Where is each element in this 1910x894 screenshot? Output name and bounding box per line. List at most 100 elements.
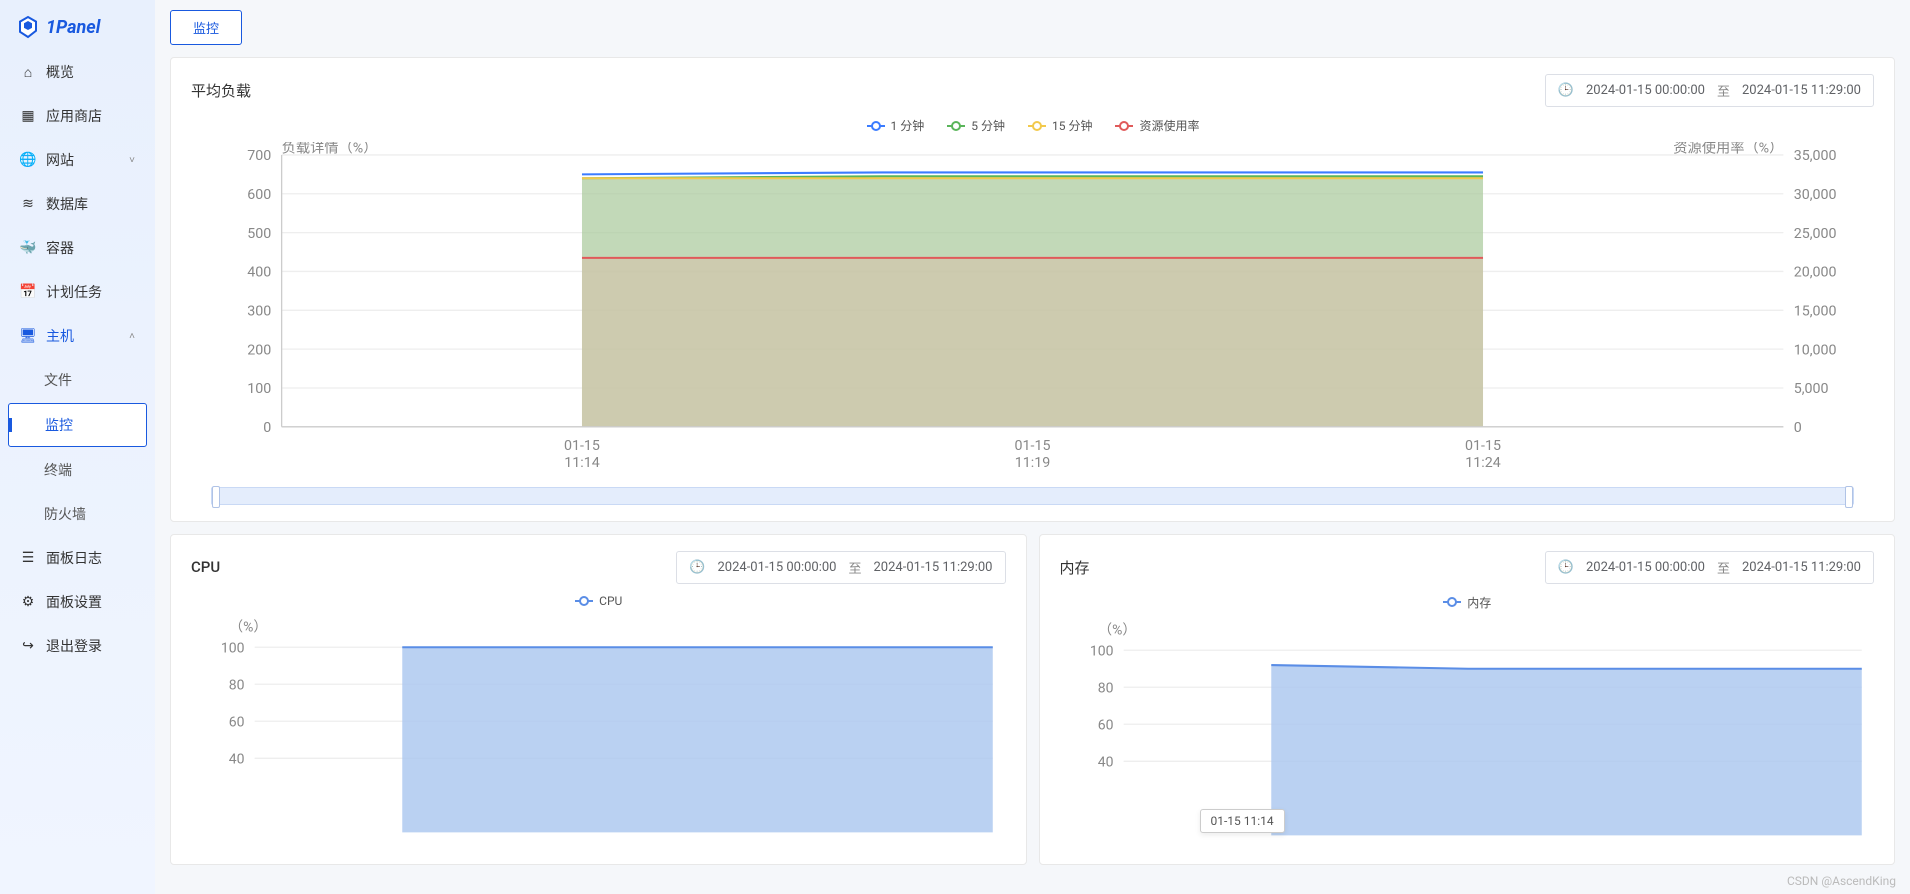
chevron-down-icon: ˅ bbox=[129, 155, 135, 166]
date-from: 2024-01-15 00:00:00 bbox=[1586, 83, 1705, 98]
card-title-mem: 内存 bbox=[1060, 557, 1090, 578]
date-to: 2024-01-15 11:29:00 bbox=[1742, 560, 1861, 575]
svg-text:80: 80 bbox=[1097, 680, 1113, 696]
svg-text:40: 40 bbox=[229, 751, 245, 767]
sidebar: 1Panel ⌂概览▦应用商店 🌐 网站 ˅ ≋数据库 🐳 容器 📅 计划任务 🖥 主机 ˄ 文件监控终… bbox=[0, 0, 155, 894]
date-sep: 至 bbox=[1717, 558, 1730, 577]
nav: ⌂概览▦应用商店 🌐 网站 ˅ ≋数据库 🐳 容器 📅 计划任务 🖥 主机 ˄ 文件监控终端防火墙 ☰ 面板… bbox=[8, 51, 147, 667]
svg-text:11:19: 11:19 bbox=[1015, 455, 1050, 471]
svg-text:400: 400 bbox=[247, 265, 271, 281]
date-from: 2024-01-15 00:00:00 bbox=[1586, 560, 1705, 575]
sidebar-item-5[interactable]: 📅 计划任务 bbox=[8, 271, 147, 313]
card-title-load: 平均负载 bbox=[191, 80, 251, 101]
svg-text:100: 100 bbox=[221, 640, 245, 656]
svg-text:80: 80 bbox=[229, 677, 245, 693]
date-to: 2024-01-15 11:29:00 bbox=[1742, 83, 1861, 98]
sidebar-item-2[interactable]: 🌐 网站 ˅ bbox=[8, 139, 147, 181]
legend-item[interactable]: .legend-line[style*='#5a8de6']::after{bo… bbox=[574, 594, 622, 608]
svg-text:10,000: 10,000 bbox=[1794, 342, 1837, 358]
legend-item[interactable]: .legend-line[style*='#3b7cff']::after{bo… bbox=[866, 117, 925, 134]
svg-text:15,000: 15,000 bbox=[1794, 303, 1837, 319]
globe-icon: 🌐 bbox=[20, 152, 36, 168]
clock-icon: 🕒 bbox=[689, 560, 705, 575]
sidebar-sub-6-0[interactable]: 文件 bbox=[8, 359, 147, 401]
svg-text:0: 0 bbox=[1794, 420, 1802, 436]
svg-text:60: 60 bbox=[229, 714, 245, 730]
host-icon: 🖥 bbox=[20, 328, 36, 344]
svg-text:500: 500 bbox=[247, 226, 271, 242]
svg-text:资源使用率（%）: 资源使用率（%） bbox=[1673, 142, 1783, 156]
svg-text:（%）: （%） bbox=[1098, 622, 1136, 638]
sidebar-item-label: 退出登录 bbox=[46, 636, 102, 656]
svg-text:100: 100 bbox=[1089, 643, 1113, 659]
date-to: 2024-01-15 11:29:00 bbox=[874, 560, 993, 575]
sidebar-item-0[interactable]: ⌂概览 bbox=[8, 51, 147, 93]
gear-icon: ⚙ bbox=[20, 594, 36, 610]
card-title-cpu: CPU bbox=[191, 558, 220, 576]
time-slider[interactable] bbox=[211, 487, 1854, 505]
log-icon: ☰ bbox=[20, 550, 36, 566]
sidebar-item-3[interactable]: ≋数据库 bbox=[8, 183, 147, 225]
clock-icon: 🕒 bbox=[1558, 83, 1574, 98]
sidebar-item-4[interactable]: 🐳 容器 bbox=[8, 227, 147, 269]
svg-text:11:24: 11:24 bbox=[1465, 455, 1500, 471]
clock-icon: 🕒 bbox=[1558, 560, 1574, 575]
date-from: 2024-01-15 00:00:00 bbox=[717, 560, 836, 575]
svg-text:11:14: 11:14 bbox=[564, 455, 599, 471]
sidebar-item-8[interactable]: ⚙面板设置 bbox=[8, 581, 147, 623]
date-range-load[interactable]: 🕒 2024-01-15 00:00:00 至 2024-01-15 11:29… bbox=[1545, 74, 1874, 107]
db-icon: ≋ bbox=[20, 196, 36, 212]
legend-item[interactable]: .legend-line[style*='#5a8de6']::after{bo… bbox=[1442, 594, 1491, 611]
date-range-mem[interactable]: 🕒 2024-01-15 00:00:00 至 2024-01-15 11:29… bbox=[1545, 551, 1874, 584]
sidebar-item-6[interactable]: 🖥 主机 ˄ bbox=[8, 315, 147, 357]
legend-item[interactable]: .legend-line[style*='#5ab55a']::after{bo… bbox=[946, 117, 1005, 134]
legend-label: CPU bbox=[599, 594, 622, 608]
sidebar-item-label: 容器 bbox=[46, 238, 74, 258]
svg-text:25,000: 25,000 bbox=[1794, 226, 1837, 242]
legend-item[interactable]: .legend-line[style*='#f2c94c']::after{bo… bbox=[1027, 117, 1092, 134]
date-sep: 至 bbox=[1717, 81, 1730, 100]
svg-text:30,000: 30,000 bbox=[1794, 187, 1837, 203]
svg-text:700: 700 bbox=[247, 148, 271, 164]
sidebar-item-label: 面板日志 bbox=[46, 548, 102, 568]
svg-text:01-15: 01-15 bbox=[1015, 438, 1051, 454]
slider-handle-right[interactable] bbox=[1845, 486, 1853, 508]
sidebar-item-label: 网站 bbox=[46, 150, 74, 170]
sidebar-item-label: 主机 bbox=[46, 326, 74, 346]
sidebar-item-1[interactable]: ▦应用商店 bbox=[8, 95, 147, 137]
legend-label: 15 分钟 bbox=[1052, 117, 1092, 134]
date-sep: 至 bbox=[848, 558, 861, 577]
svg-text:5,000: 5,000 bbox=[1794, 381, 1829, 397]
svg-text:负载详情（%）: 负载详情（%） bbox=[282, 142, 378, 156]
sidebar-sub-6-2[interactable]: 终端 bbox=[8, 449, 147, 491]
sched-icon: 📅 bbox=[20, 284, 36, 300]
chevron-up-icon: ˄ bbox=[129, 331, 135, 342]
tabs: 监控 bbox=[170, 10, 1895, 45]
docker-icon: 🐳 bbox=[20, 240, 36, 256]
sidebar-item-label: 应用商店 bbox=[46, 106, 102, 126]
home-icon: ⌂ bbox=[20, 64, 36, 80]
slider-handle-left[interactable] bbox=[212, 486, 220, 508]
sidebar-sub-6-3[interactable]: 防火墙 bbox=[8, 493, 147, 535]
watermark: CSDN @AscendKing bbox=[1787, 874, 1896, 888]
sidebar-item-label: 计划任务 bbox=[46, 282, 102, 302]
sidebar-item-9[interactable]: ↪退出登录 bbox=[8, 625, 147, 667]
svg-text:100: 100 bbox=[247, 381, 271, 397]
brand-logo: 1Panel bbox=[8, 10, 147, 51]
legend-label: 内存 bbox=[1467, 594, 1491, 611]
svg-text:200: 200 bbox=[247, 342, 271, 358]
tab-monitor[interactable]: 监控 bbox=[170, 10, 242, 45]
svg-text:0: 0 bbox=[263, 420, 271, 436]
hexagon-icon bbox=[16, 15, 40, 39]
svg-text:600: 600 bbox=[247, 187, 271, 203]
legend-label: 5 分钟 bbox=[971, 117, 1005, 134]
svg-text:60: 60 bbox=[1097, 717, 1113, 733]
card-mem: 内存 🕒 2024-01-15 00:00:00 至 2024-01-15 11… bbox=[1039, 534, 1896, 865]
sidebar-item-7[interactable]: ☰ 面板日志 bbox=[8, 537, 147, 579]
chart-load: .legend-line[style*='#3b7cff']::after{bo… bbox=[191, 117, 1874, 505]
svg-text:01-15: 01-15 bbox=[1465, 438, 1501, 454]
date-range-cpu[interactable]: 🕒 2024-01-15 00:00:00 至 2024-01-15 11:29… bbox=[676, 551, 1005, 584]
svg-text:20,000: 20,000 bbox=[1794, 265, 1837, 281]
sidebar-sub-6-1[interactable]: 监控 bbox=[8, 403, 147, 447]
legend-item[interactable]: .legend-line[style*='#e05a5a']::after{bo… bbox=[1114, 117, 1199, 134]
